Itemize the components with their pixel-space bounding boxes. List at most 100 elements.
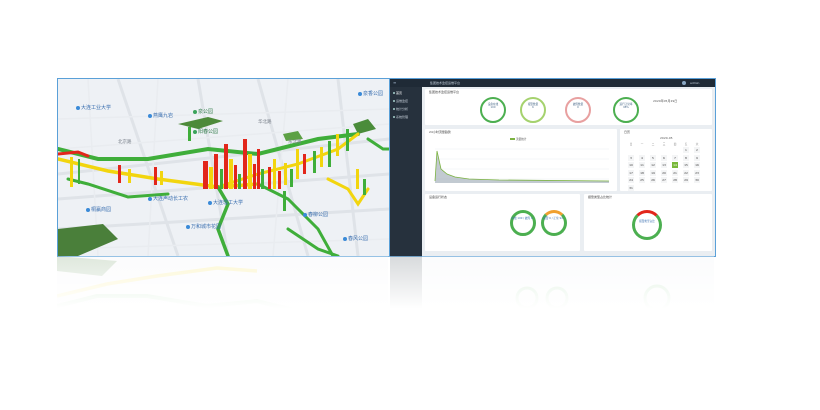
donut-alarm-type-label: 报警类型占比 (639, 220, 655, 223)
park-pin-icon (193, 129, 197, 134)
poi-wanhe[interactable]: 万和城市花园 (186, 224, 221, 230)
calendar-day[interactable]: 1 (683, 147, 689, 153)
calendar-day[interactable]: 7 (672, 154, 678, 161)
kpi-fault-label: 故障数量 0 (572, 103, 584, 109)
trend-line (434, 150, 610, 182)
poi-quanxiang-park[interactable]: 泉香公园 (358, 91, 383, 97)
kpi-online-label: 设备在线 100 (487, 103, 499, 109)
calendar-weekday: 五 (684, 143, 688, 146)
calendar-weekday: 一 (640, 143, 644, 146)
calendar-day[interactable]: 16 (694, 162, 700, 168)
calendar-weekday: 四 (673, 143, 677, 146)
calendar-card: 日历 2020-05 日一二三四五六 1 2 3 4 5 6 7 8 9 10 11 12 13 14 15 1… (620, 129, 712, 191)
poi-dalian-tech[interactable]: 大连理工大学 (208, 200, 243, 206)
calendar-weekday: 六 (695, 143, 699, 146)
kpi-alarm-label: 报警数量 6 (527, 103, 539, 109)
avatar[interactable] (682, 81, 686, 85)
calendar-day[interactable]: 17 (628, 169, 634, 176)
calendar-weekday: 二 (651, 143, 655, 146)
calendar-day[interactable]: 6 (661, 154, 667, 161)
sidebar-item-system[interactable]: 系统管理 (393, 115, 408, 119)
poi-quan-park[interactable]: 泉公园 (193, 109, 213, 115)
sidebar-item-stats[interactable]: 统计分析 (393, 107, 408, 111)
location-pin-icon (86, 207, 90, 212)
home-icon (393, 92, 395, 94)
gear-icon (393, 116, 395, 118)
donut-alarm-type[interactable] (632, 210, 662, 240)
calendar-day[interactable]: 3 (628, 154, 634, 161)
chart-icon (393, 108, 395, 110)
poi-chunliu-park[interactable]: 春柳公园 (303, 212, 328, 218)
calendar-month: 2020-05 (660, 136, 673, 140)
calendar-day[interactable]: 18 (639, 169, 645, 176)
location-pin-icon (303, 212, 307, 217)
calendar-title: 日历 (624, 130, 631, 134)
kpi-ring-fault[interactable] (565, 97, 591, 123)
calendar-day[interactable]: 13 (661, 162, 667, 168)
trend-chart (434, 148, 610, 183)
donut-online[interactable] (510, 210, 536, 236)
donut-online-label: 在线 100 / 故障 0 (511, 217, 533, 220)
location-pin-icon (148, 113, 152, 118)
calendar-day[interactable]: 24 (628, 177, 634, 183)
calendar-day[interactable]: 30 (694, 177, 700, 183)
calendar-day[interactable]: 19 (650, 169, 656, 176)
device-status-card: 设备运行状态 在线 100 / 故障 0 报警 6 / 正常 94 (425, 194, 580, 251)
app-title: 集团技术监控运维平台 (430, 81, 461, 85)
road-label: 北京路 (118, 140, 132, 145)
sidebar-item-home[interactable]: 首页 (393, 91, 402, 95)
calendar-day[interactable]: 11 (639, 162, 645, 168)
calendar-day[interactable]: 2 (694, 147, 700, 153)
calendar-day[interactable]: 4 (639, 154, 645, 161)
top-bar: ≡ 集团技术监控运维平台 admin (390, 79, 715, 87)
reflection-fade (57, 256, 714, 326)
calendar-day[interactable]: 12 (650, 162, 656, 168)
calendar-day[interactable]: 27 (661, 177, 667, 183)
park-area (353, 119, 376, 134)
calendar-day[interactable]: 5 (650, 154, 656, 161)
trend-card: 24小时流量趋势 流量统计 (425, 129, 617, 191)
dashboard-panel: ≡ 集团技术监控运维平台 admin 首页 运维监控 统计分析 系统管理 集团技… (389, 78, 716, 257)
donut-alarm-label: 报警 6 / 正常 94 (543, 217, 563, 220)
kpi-ring-online[interactable] (480, 97, 506, 123)
kpi-rate-label: 运行正常率 98% (619, 103, 633, 109)
calendar-day[interactable]: 10 (628, 162, 634, 168)
donut-alarm[interactable] (541, 210, 567, 236)
calendar-day[interactable]: 9 (694, 154, 700, 161)
calendar-day[interactable]: 15 (683, 162, 689, 168)
poi-shengdong[interactable]: 大连声动长工农 (148, 196, 188, 202)
calendar-day[interactable]: 14 (672, 162, 678, 168)
calendar-day[interactable]: 28 (672, 177, 678, 183)
calendar-day[interactable]: 8 (683, 154, 689, 161)
monitor-icon (393, 100, 395, 102)
location-pin-icon (186, 224, 190, 229)
calendar-day[interactable]: 25 (639, 177, 645, 183)
calendar-weekday: 日 (629, 143, 633, 146)
calendar-day[interactable]: 20 (661, 169, 667, 176)
traffic-map-panel[interactable]: 大连工业大学 燕鹰九岩 泉公园 阳春公园 大连声动长工农 桐赢商园 大连理工大学… (57, 78, 390, 257)
poi-yanying[interactable]: 燕鹰九岩 (148, 113, 173, 119)
location-pin-icon (208, 200, 212, 205)
poi-tongying[interactable]: 桐赢商园 (86, 207, 111, 213)
sidebar-item-monitor[interactable]: 运维监控 (393, 99, 408, 103)
menu-icon[interactable]: ≡ (393, 80, 396, 85)
kpi-ring-alarm[interactable] (520, 97, 546, 123)
poi-yangchun-park[interactable]: 阳春公园 (193, 129, 218, 135)
calendar-day[interactable]: 29 (683, 177, 689, 183)
calendar-day[interactable]: 31 (628, 184, 634, 191)
poi-chunfeng-park[interactable]: 春风公园 (343, 236, 368, 242)
calendar-day[interactable]: 23 (694, 169, 700, 176)
date-label: 2020年05月29日 (653, 99, 678, 103)
calendar-day[interactable]: 26 (650, 177, 656, 183)
location-pin-icon (343, 236, 347, 241)
poi-dalian-polytechnic[interactable]: 大连工业大学 (76, 105, 111, 111)
road-label: 东北路 (288, 140, 302, 145)
location-pin-icon (148, 196, 152, 201)
road-label: 华北路 (258, 120, 272, 125)
kpi-ring-rate[interactable] (613, 97, 639, 123)
user-name[interactable]: admin (690, 81, 699, 85)
calendar-day[interactable]: 21 (672, 169, 678, 176)
alarm-type-title: 报警类型占比统计 (588, 195, 613, 199)
calendar-day[interactable]: 22 (683, 169, 689, 176)
alarm-type-card: 报警类型占比统计 报警类型占比 (584, 194, 712, 251)
